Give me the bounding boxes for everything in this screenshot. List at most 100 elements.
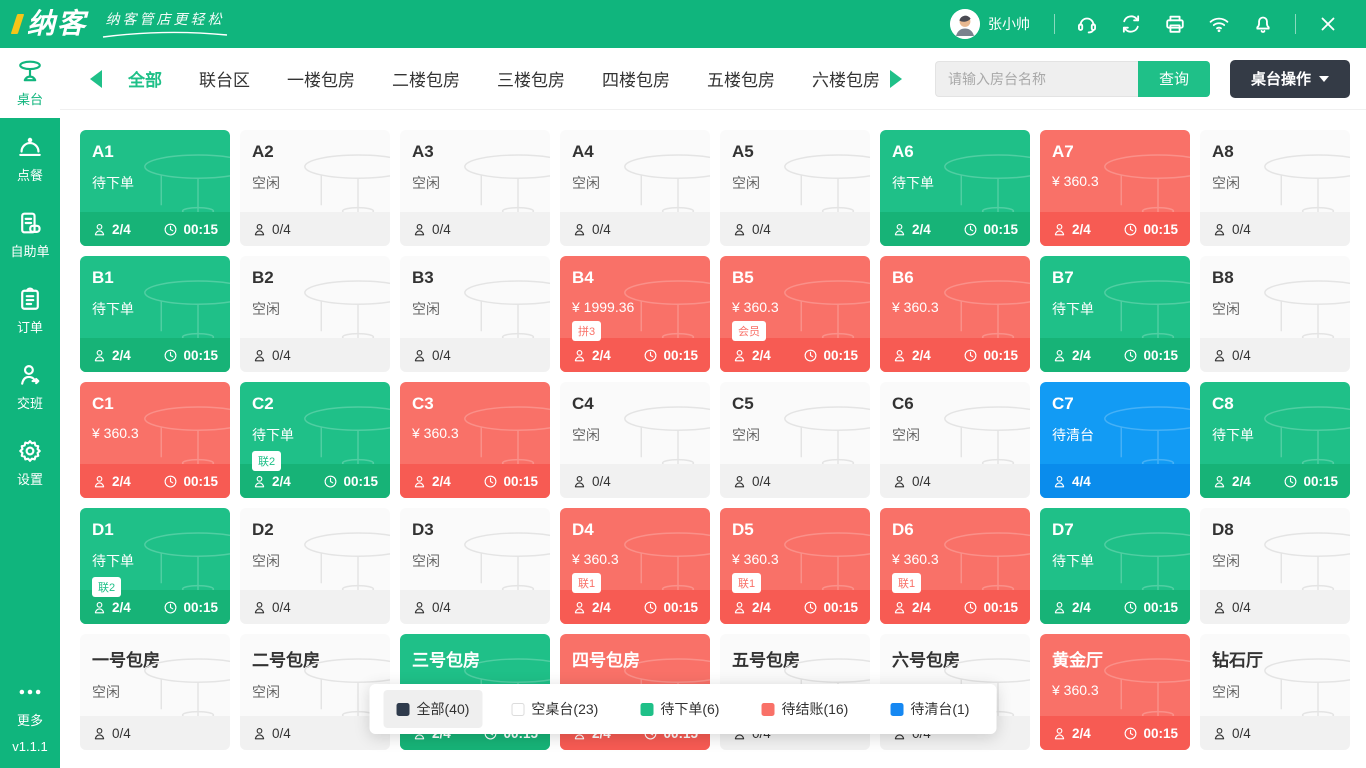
clock-icon [163, 348, 178, 363]
chevron-down-icon [1319, 76, 1329, 82]
occupancy: 0/4 [252, 222, 291, 237]
table-card-二号包房[interactable]: 二号包房空闲0/4 [240, 634, 390, 750]
table-card-A4[interactable]: A4空闲0/4 [560, 130, 710, 246]
table-card-C3[interactable]: C3¥ 360.32/400:15 [400, 382, 550, 498]
close-icon[interactable] [1317, 13, 1339, 35]
tab-二楼包房[interactable]: 二楼包房 [392, 66, 460, 91]
table-card-A3[interactable]: A3空闲0/4 [400, 130, 550, 246]
table-card-黄金厅[interactable]: 黄金厅¥ 360.32/400:15 [1040, 634, 1190, 750]
legend-item-待下单(6)[interactable]: 待下单(6) [627, 690, 732, 728]
legend-item-待结账(16)[interactable]: 待结账(16) [748, 690, 861, 728]
table-card-A2[interactable]: A2空闲0/4 [240, 130, 390, 246]
table-card-C7[interactable]: C7待清台4/4 [1040, 382, 1190, 498]
table-card-D6[interactable]: D6¥ 360.3联12/400:15 [880, 508, 1030, 624]
avatar[interactable] [950, 9, 980, 39]
sidebar-item-dine-order[interactable]: 点餐 [0, 124, 60, 194]
table-card-B4[interactable]: B4¥ 1999.36拼32/400:15 [560, 256, 710, 372]
table-card-D5[interactable]: D5¥ 360.3联12/400:15 [720, 508, 870, 624]
sync-icon[interactable] [1120, 13, 1142, 35]
tab-三楼包房[interactable]: 三楼包房 [497, 66, 565, 91]
table-card-C5[interactable]: C5空闲0/4 [720, 382, 870, 498]
person-icon [252, 348, 267, 363]
tab-六楼包房[interactable]: 六楼包房 [812, 66, 880, 91]
dine-time: 00:15 [803, 600, 858, 615]
person-icon [572, 600, 587, 615]
table-card-D4[interactable]: D4¥ 360.3联12/400:15 [560, 508, 710, 624]
table-card-A7[interactable]: A7¥ 360.32/400:15 [1040, 130, 1190, 246]
occupancy: 2/4 [1052, 600, 1091, 615]
table-card-A5[interactable]: A5空闲0/4 [720, 130, 870, 246]
table-card-A8[interactable]: A8空闲0/4 [1200, 130, 1350, 246]
table-card-D3[interactable]: D3空闲0/4 [400, 508, 550, 624]
table-card-C1[interactable]: C1¥ 360.32/400:15 [80, 382, 230, 498]
printer-icon[interactable] [1164, 13, 1186, 35]
table-card-footer: 2/400:15 [400, 464, 550, 498]
table-actions-button[interactable]: 桌台操作 [1230, 60, 1350, 98]
dine-time: 00:15 [163, 600, 218, 615]
sidebar-item-shift[interactable]: 交班 [0, 352, 60, 422]
person-icon [92, 474, 107, 489]
main-content: A1待下单2/400:15A2空闲0/4A3空闲0/4A4空闲0/4A5空闲0/… [60, 111, 1366, 768]
table-card-D7[interactable]: D7待下单2/400:15 [1040, 508, 1190, 624]
table-card-钻石厅[interactable]: 钻石厅空闲0/4 [1200, 634, 1350, 750]
table-card-B8[interactable]: B8空闲0/4 [1200, 256, 1350, 372]
legend-swatch [511, 703, 524, 716]
table-card-D1[interactable]: D1待下单联22/400:15 [80, 508, 230, 624]
tabs-scroll-right-icon[interactable] [890, 70, 902, 88]
occupancy: 2/4 [1212, 474, 1251, 489]
table-card-C2[interactable]: C2待下单联22/400:15 [240, 382, 390, 498]
table-card-B6[interactable]: B6¥ 360.32/400:15 [880, 256, 1030, 372]
table-watermark-icon [300, 154, 390, 216]
legend-item-全部(40)[interactable]: 全部(40) [384, 690, 483, 728]
table-card-C8[interactable]: C8待下单2/400:15 [1200, 382, 1350, 498]
sidebar-item-settings[interactable]: 设置 [0, 428, 60, 498]
table-card-A6[interactable]: A6待下单2/400:15 [880, 130, 1030, 246]
person-icon [412, 600, 427, 615]
dine-time: 00:15 [1123, 600, 1178, 615]
legend-item-空桌台(23)[interactable]: 空桌台(23) [498, 690, 611, 728]
table-card-D2[interactable]: D2空闲0/4 [240, 508, 390, 624]
sidebar-item-tables[interactable]: 桌台 [0, 48, 60, 118]
table-card-footer: 0/4 [240, 590, 390, 624]
dine-time: 00:15 [1283, 474, 1338, 489]
slogan-underline [101, 31, 229, 39]
sidebar-item-self-order[interactable]: 自助单 [0, 200, 60, 270]
table-card-footer: 0/4 [720, 212, 870, 246]
tab-五楼包房[interactable]: 五楼包房 [707, 66, 775, 91]
tabs-scroll-left-icon[interactable] [90, 70, 102, 88]
table-card-B2[interactable]: B2空闲0/4 [240, 256, 390, 372]
person-icon [1052, 474, 1067, 489]
legend-swatch [890, 703, 903, 716]
table-card-B3[interactable]: B3空闲0/4 [400, 256, 550, 372]
sidebar-item-orders[interactable]: 订单 [0, 276, 60, 346]
legend-item-待清台(1)[interactable]: 待清台(1) [877, 690, 982, 728]
search-button[interactable]: 查询 [1138, 61, 1210, 97]
customer-service-icon[interactable] [1076, 13, 1098, 35]
search-input[interactable] [935, 61, 1138, 97]
table-card-C6[interactable]: C6空闲0/4 [880, 382, 1030, 498]
more-dots-icon [17, 679, 43, 705]
table-card-B5[interactable]: B5¥ 360.3会员2/400:15 [720, 256, 870, 372]
table-card-B7[interactable]: B7待下单2/400:15 [1040, 256, 1190, 372]
table-watermark-icon [140, 154, 230, 216]
occupancy: 0/4 [412, 348, 451, 363]
occupancy: 2/4 [412, 474, 451, 489]
sidebar-item-more[interactable]: 更多 [0, 675, 60, 733]
table-watermark-icon [1260, 532, 1350, 594]
table-card-footer: 0/4 [80, 716, 230, 750]
tab-一楼包房[interactable]: 一楼包房 [287, 66, 355, 91]
tab-联台区[interactable]: 联台区 [199, 66, 250, 91]
clock-icon [1283, 474, 1298, 489]
bell-icon[interactable] [1252, 13, 1274, 35]
table-badge: 联2 [92, 577, 121, 597]
table-card-C4[interactable]: C4空闲0/4 [560, 382, 710, 498]
table-card-一号包房[interactable]: 一号包房空闲0/4 [80, 634, 230, 750]
sidebar-item-label: 自助单 [10, 241, 49, 260]
table-card-D8[interactable]: D8空闲0/4 [1200, 508, 1350, 624]
table-card-A1[interactable]: A1待下单2/400:15 [80, 130, 230, 246]
wifi-icon[interactable] [1208, 13, 1230, 35]
table-card-B1[interactable]: B1待下单2/400:15 [80, 256, 230, 372]
occupancy: 0/4 [892, 474, 931, 489]
tab-四楼包房[interactable]: 四楼包房 [602, 66, 670, 91]
tab-全部[interactable]: 全部 [128, 66, 162, 91]
